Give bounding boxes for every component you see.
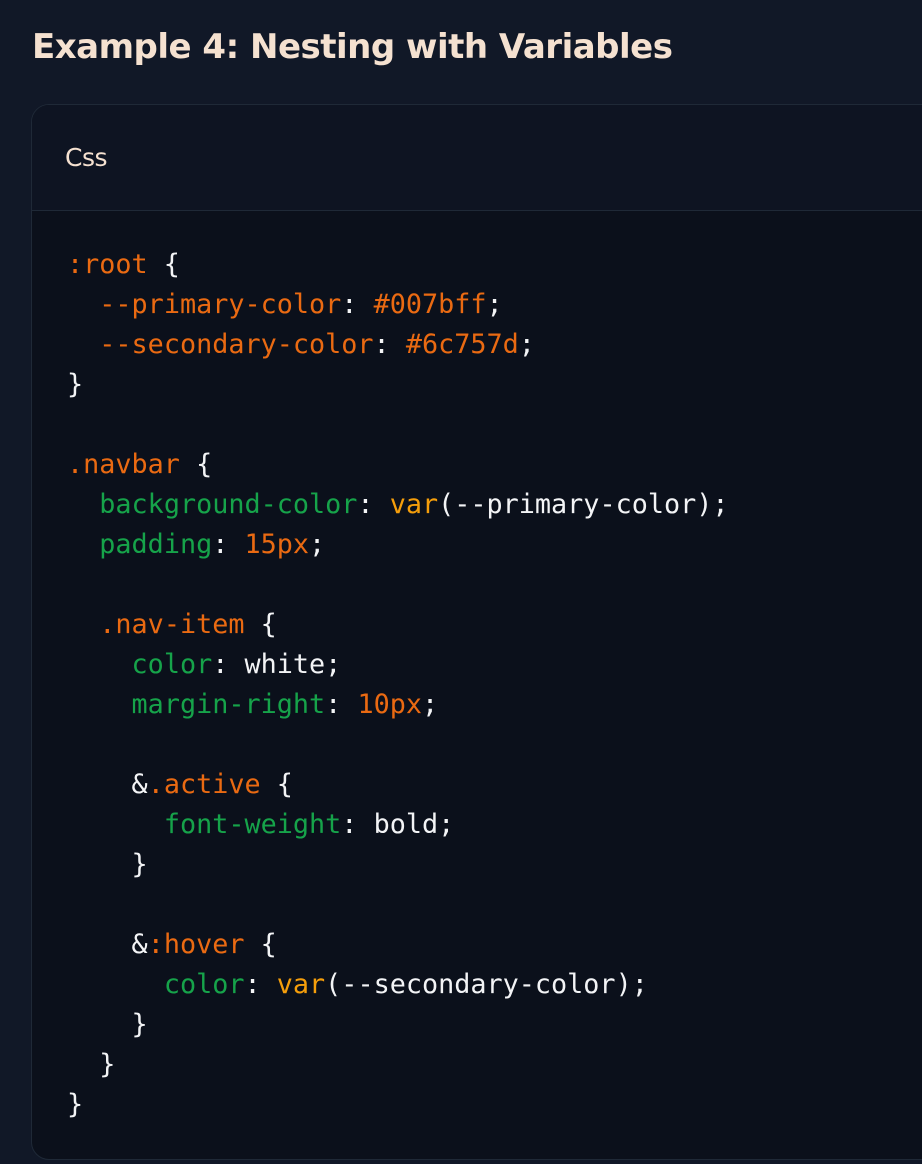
code-token-plain: (--secondary-color); [325, 969, 648, 1000]
code-token-punct: } [67, 849, 148, 880]
code-token-punct: { [244, 609, 277, 640]
code-token-property: background-color [99, 489, 358, 520]
code-token-punct: { [244, 929, 277, 960]
code-line: :root { [67, 245, 922, 285]
code-token-plain: bold; [373, 809, 455, 840]
code-token-punct: : [373, 329, 406, 360]
code-line: color: var(--secondary-color); [67, 965, 922, 1005]
code-token-value: #007bff [373, 289, 487, 320]
code-token-punct: } [67, 369, 84, 400]
code-token-plain: & [131, 929, 148, 960]
code-token-property: padding [99, 529, 213, 560]
code-language-label: Css [65, 143, 108, 172]
code-token-selector: :root [67, 249, 148, 280]
code-token-property: color [163, 969, 245, 1000]
page-title: Example 4: Nesting with Variables [32, 27, 673, 67]
code-token-value: --secondary-color [99, 329, 374, 360]
code-token-punct: : [325, 689, 358, 720]
code-token-value: 15px [244, 529, 310, 560]
code-token-punct: } [67, 1049, 116, 1080]
code-token-punct: } [67, 1009, 148, 1040]
code-token-value: --primary-color [99, 289, 342, 320]
code-token-plain: & [131, 769, 148, 800]
code-line: } [67, 1085, 922, 1125]
code-line: --primary-color: #007bff; [67, 285, 922, 325]
code-token-selector: .active [147, 769, 261, 800]
code-content[interactable]: :root { --primary-color: #007bff; --seco… [67, 245, 922, 1125]
code-token-punct: { [147, 249, 180, 280]
code-token-punct: { [260, 769, 293, 800]
code-line: --secondary-color: #6c757d; [67, 325, 922, 365]
code-token-punct: ; [309, 529, 326, 560]
code-token-property: font-weight [163, 809, 342, 840]
code-token-plain: (--primary-color); [438, 489, 729, 520]
code-token-punct: : [341, 289, 374, 320]
code-token-plain: white; [244, 649, 342, 680]
code-block: Css :root { --primary-color: #007bff; --… [31, 104, 922, 1160]
code-token-selector: .nav-item [99, 609, 245, 640]
code-token-property: color [131, 649, 213, 680]
code-token-value: 10px [357, 689, 422, 720]
code-token-punct: : [341, 809, 374, 840]
code-token-value: #6c757d [405, 329, 519, 360]
code-line: font-weight: bold; [67, 805, 922, 845]
code-token-selector: .navbar [67, 449, 180, 480]
code-token-selector: :hover [147, 929, 245, 960]
code-token-punct: : [244, 969, 277, 1000]
code-token-punct: : [357, 489, 390, 520]
code-line: .nav-item { [67, 605, 922, 645]
code-token-punct: ; [518, 329, 535, 360]
code-token-keyword: var [389, 489, 439, 520]
code-line: padding: 15px; [67, 525, 922, 565]
code-token-property: margin-right [131, 689, 326, 720]
code-line: } [67, 1045, 922, 1085]
code-token-punct: ; [486, 289, 503, 320]
code-line: background-color: var(--primary-color); [67, 485, 922, 525]
code-token-punct: : [212, 529, 245, 560]
code-line: } [67, 1005, 922, 1045]
code-token-punct: } [67, 1089, 84, 1120]
code-line: .navbar { [67, 445, 922, 485]
code-token-keyword: var [276, 969, 326, 1000]
code-line: &:hover { [67, 925, 922, 965]
code-token-punct: ; [421, 689, 439, 720]
code-token-punct: : [212, 649, 245, 680]
code-line: } [67, 845, 922, 885]
code-token-punct: { [179, 449, 213, 480]
code-line: } [67, 365, 922, 405]
code-line: margin-right: 10px; [67, 685, 922, 725]
code-line: &.active { [67, 765, 922, 805]
code-block-header: Css [32, 105, 922, 211]
code-line: color: white; [67, 645, 922, 685]
